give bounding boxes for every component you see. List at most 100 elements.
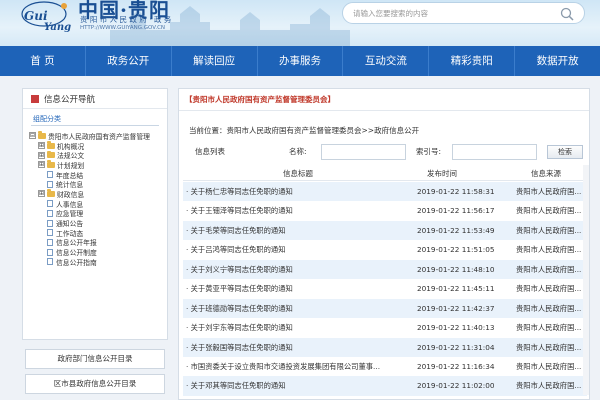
name-input[interactable] xyxy=(321,144,406,160)
search-icon[interactable] xyxy=(560,7,574,21)
svg-text:Yang: Yang xyxy=(44,22,71,33)
square-icon xyxy=(31,94,39,103)
nav-wonderful-guiyang[interactable]: 精彩贵阳 xyxy=(429,46,516,76)
row-title-link[interactable]: · 关于黄亚平等同志任免职的通知 xyxy=(186,284,411,294)
folder-icon xyxy=(38,131,46,139)
tree-item-notices[interactable]: 通知公告 xyxy=(29,218,164,228)
row-time: 2019-01-22 11:48:10 xyxy=(417,264,495,274)
folder-icon xyxy=(47,189,55,197)
folder-icon xyxy=(47,160,55,168)
row-source: 贵阳市人民政府国... xyxy=(516,361,582,371)
expand-icon[interactable]: ⊞ xyxy=(38,151,45,159)
table-row[interactable]: · 关于吕鸿等同志任免职的通知 2019-01-22 11:51:05 贵阳市人民政… xyxy=(183,240,587,260)
nav-interaction[interactable]: 互动交流 xyxy=(343,46,430,76)
nav-government-affairs[interactable]: 政务公开 xyxy=(86,46,172,76)
row-source: 贵阳市人民政府国... xyxy=(516,342,582,352)
tree-item-label: 计划规划 xyxy=(57,161,85,170)
row-title-link[interactable]: · 关于毛荣等同志任免职的通知 xyxy=(186,226,411,236)
tree-item-statistics[interactable]: 统计信息 xyxy=(29,179,164,189)
table-row[interactable]: · 市国资委关于设立贵阳市交通投资发展集团有限公司董事... 2019-01-22… xyxy=(183,356,587,377)
tree-item-disclosure-guide[interactable]: 信息公开指南 xyxy=(29,257,164,267)
nav-interpretation[interactable]: 解读回应 xyxy=(172,46,258,76)
row-source: 贵阳市人民政府国... xyxy=(516,284,582,294)
tree-item-plans[interactable]: ⊞ 计划规划 xyxy=(29,160,164,170)
guiyang-logo-icon[interactable]: Gui Yang xyxy=(20,0,75,36)
tree-item-finance[interactable]: ⊞ 财政信息 xyxy=(29,189,164,199)
column-time: 发布时间 xyxy=(427,169,457,178)
row-source: 贵阳市人民政府国... xyxy=(516,187,582,196)
category-tree: ⊟ 贵阳市人民政府国有资产监督管理 ⊞ 机构概况 ⊞ 法规公文 ⊞ 计划规划 年… xyxy=(29,131,164,267)
tree-item-personnel[interactable]: 人事信息 xyxy=(29,199,164,209)
sidebar: 信息公开导航 组配分类 ⊟ 贵阳市人民政府国有资产监督管理 ⊞ 机构概况 ⊞ 法… xyxy=(22,88,168,340)
dept-catalog-button[interactable]: 政府部门信息公开目录 xyxy=(25,349,165,369)
row-source: 贵阳市人民政府国... xyxy=(516,206,582,216)
tree-item-emergency[interactable]: 应急管理 xyxy=(29,209,164,219)
nav-services[interactable]: 办事服务 xyxy=(258,46,344,76)
tree-item-label: 信息公开制度 xyxy=(56,249,97,257)
breadcrumb: 当前位置：贵阳市人民政府国有资产监督管理委员会>>政府信息公开 xyxy=(189,126,420,135)
tree-item-annual-summary[interactable]: 年度总结 xyxy=(29,170,164,180)
row-time: 2019-01-22 11:45:11 xyxy=(417,284,495,294)
document-icon xyxy=(47,209,53,217)
table-row[interactable]: · 关于班德勋等同志任免职的通知 2019-01-22 11:42:37 贵阳市人民… xyxy=(183,298,587,319)
site-url: HTTP://WWW.GUIYANG.GOV.CN xyxy=(80,25,166,31)
expand-icon[interactable]: ⊞ xyxy=(38,190,45,198)
expand-icon[interactable]: ⊞ xyxy=(38,142,45,150)
svg-text:Gui: Gui xyxy=(24,9,48,23)
row-title-link[interactable]: · 市国资委关于设立贵阳市交通投资发展集团有限公司董事... xyxy=(186,362,411,372)
tree-item-regulations[interactable]: ⊞ 法规公文 xyxy=(29,150,164,160)
tab-category[interactable]: 组配分类 xyxy=(31,114,159,126)
row-title-link[interactable]: · 关于王钿泽等同志任免职的通知 xyxy=(186,206,411,216)
main-header: 【贵阳市人民政府国有资产监督管理委员会】 xyxy=(179,89,589,111)
row-source: 贵阳市人民政府国... xyxy=(516,245,582,255)
table-row[interactable]: · 关于杨仁忠等同志任免职的通知 2019-01-22 11:58:31 贵阳市人民… xyxy=(183,182,587,202)
tree-item-disclosure-rules[interactable]: 信息公开制度 xyxy=(29,247,164,257)
row-title-link[interactable]: · 关于邓其等同志任免职的通知 xyxy=(186,381,411,391)
info-list: · 关于杨仁忠等同志任免职的通知 2019-01-22 11:58:31 贵阳市人民… xyxy=(183,182,587,396)
tree-item-label: 通知公告 xyxy=(56,220,84,228)
row-time: 2019-01-22 11:42:37 xyxy=(417,303,495,313)
sidebar-header: 信息公开导航 xyxy=(23,89,167,109)
row-title-link[interactable]: · 关于刘宇东等同志任免职的通知 xyxy=(186,323,411,333)
nav-home[interactable]: 首 页 xyxy=(0,46,86,76)
main-nav: 首 页 政务公开 解读回应 办事服务 互动交流 精彩贵阳 数据开放 xyxy=(0,46,600,76)
table-row[interactable]: · 关于邓其等同志任免职的通知 2019-01-22 11:02:00 贵阳市人民政… xyxy=(183,376,587,396)
row-time: 2019-01-22 11:58:31 xyxy=(417,187,495,196)
tree-item-root[interactable]: ⊟ 贵阳市人民政府国有资产监督管理 xyxy=(29,131,164,141)
collapse-icon[interactable]: ⊟ xyxy=(29,132,36,140)
table-row[interactable]: · 关于刘宇东等同志任免职的通知 2019-01-22 11:40:13 贵阳市人民… xyxy=(183,318,587,338)
row-title-link[interactable]: · 关于张毅国等同志任免职的通知 xyxy=(186,343,411,353)
table-row[interactable]: · 关于王钿泽等同志任免职的通知 2019-01-22 11:56:17 贵阳市人民… xyxy=(183,201,587,221)
row-source: 贵阳市人民政府国... xyxy=(516,303,582,313)
row-time: 2019-01-22 11:02:00 xyxy=(417,381,495,391)
search-button[interactable]: 检索 xyxy=(547,145,583,159)
row-title-link[interactable]: · 关于吕鸿等同志任免职的通知 xyxy=(186,245,411,255)
table-row[interactable]: · 关于张毅国等同志任免职的通知 2019-01-22 11:31:04 贵阳市人民… xyxy=(183,337,587,357)
tree-item-label: 机构概况 xyxy=(57,142,85,151)
row-title-link[interactable]: · 关于班德勋等同志任免职的通知 xyxy=(186,304,411,314)
row-time: 2019-01-22 11:56:17 xyxy=(417,206,495,216)
row-title-link[interactable]: · 关于刘义宁等同志任免职的通知 xyxy=(186,265,411,275)
tree-item-label: 应急管理 xyxy=(56,210,84,219)
row-source: 贵阳市人民政府国... xyxy=(516,323,582,333)
row-title-link[interactable]: · 关于杨仁忠等同志任免职的通知 xyxy=(186,187,411,197)
row-time: 2019-01-22 11:53:49 xyxy=(417,225,495,235)
table-row[interactable]: · 关于毛荣等同志任免职的通知 2019-01-22 11:53:49 贵阳市人民政… xyxy=(183,220,587,241)
tree-item-org[interactable]: ⊞ 机构概况 xyxy=(29,141,164,151)
tree-item-work-news[interactable]: 工作动态 xyxy=(29,228,164,238)
nav-open-data[interactable]: 数据开放 xyxy=(515,46,600,76)
expand-icon[interactable]: ⊞ xyxy=(38,161,45,169)
main-panel: 【贵阳市人民政府国有资产监督管理委员会】 当前位置：贵阳市人民政府国有资产监督管… xyxy=(178,88,590,400)
table-row[interactable]: · 关于黄亚平等同志任免职的通知 2019-01-22 11:45:11 贵阳市人民… xyxy=(183,279,587,299)
search-input[interactable] xyxy=(353,7,553,20)
tree-item-label: 年度总结 xyxy=(56,171,84,180)
row-time: 2019-01-22 11:51:05 xyxy=(417,245,495,255)
tree-item-annual-report[interactable]: 信息公开年报 xyxy=(29,238,164,248)
list-scrollbar[interactable] xyxy=(583,165,589,395)
table-row[interactable]: · 关于刘义宁等同志任免职的通知 2019-01-22 11:48:10 贵阳市人民… xyxy=(183,259,587,280)
tree-item-label: 信息公开年报 xyxy=(56,239,97,248)
district-catalog-button[interactable]: 区市县政府信息公开目录 xyxy=(25,374,165,394)
index-input[interactable] xyxy=(452,144,537,160)
row-source: 贵阳市人民政府国... xyxy=(516,381,582,391)
document-icon xyxy=(47,248,53,256)
